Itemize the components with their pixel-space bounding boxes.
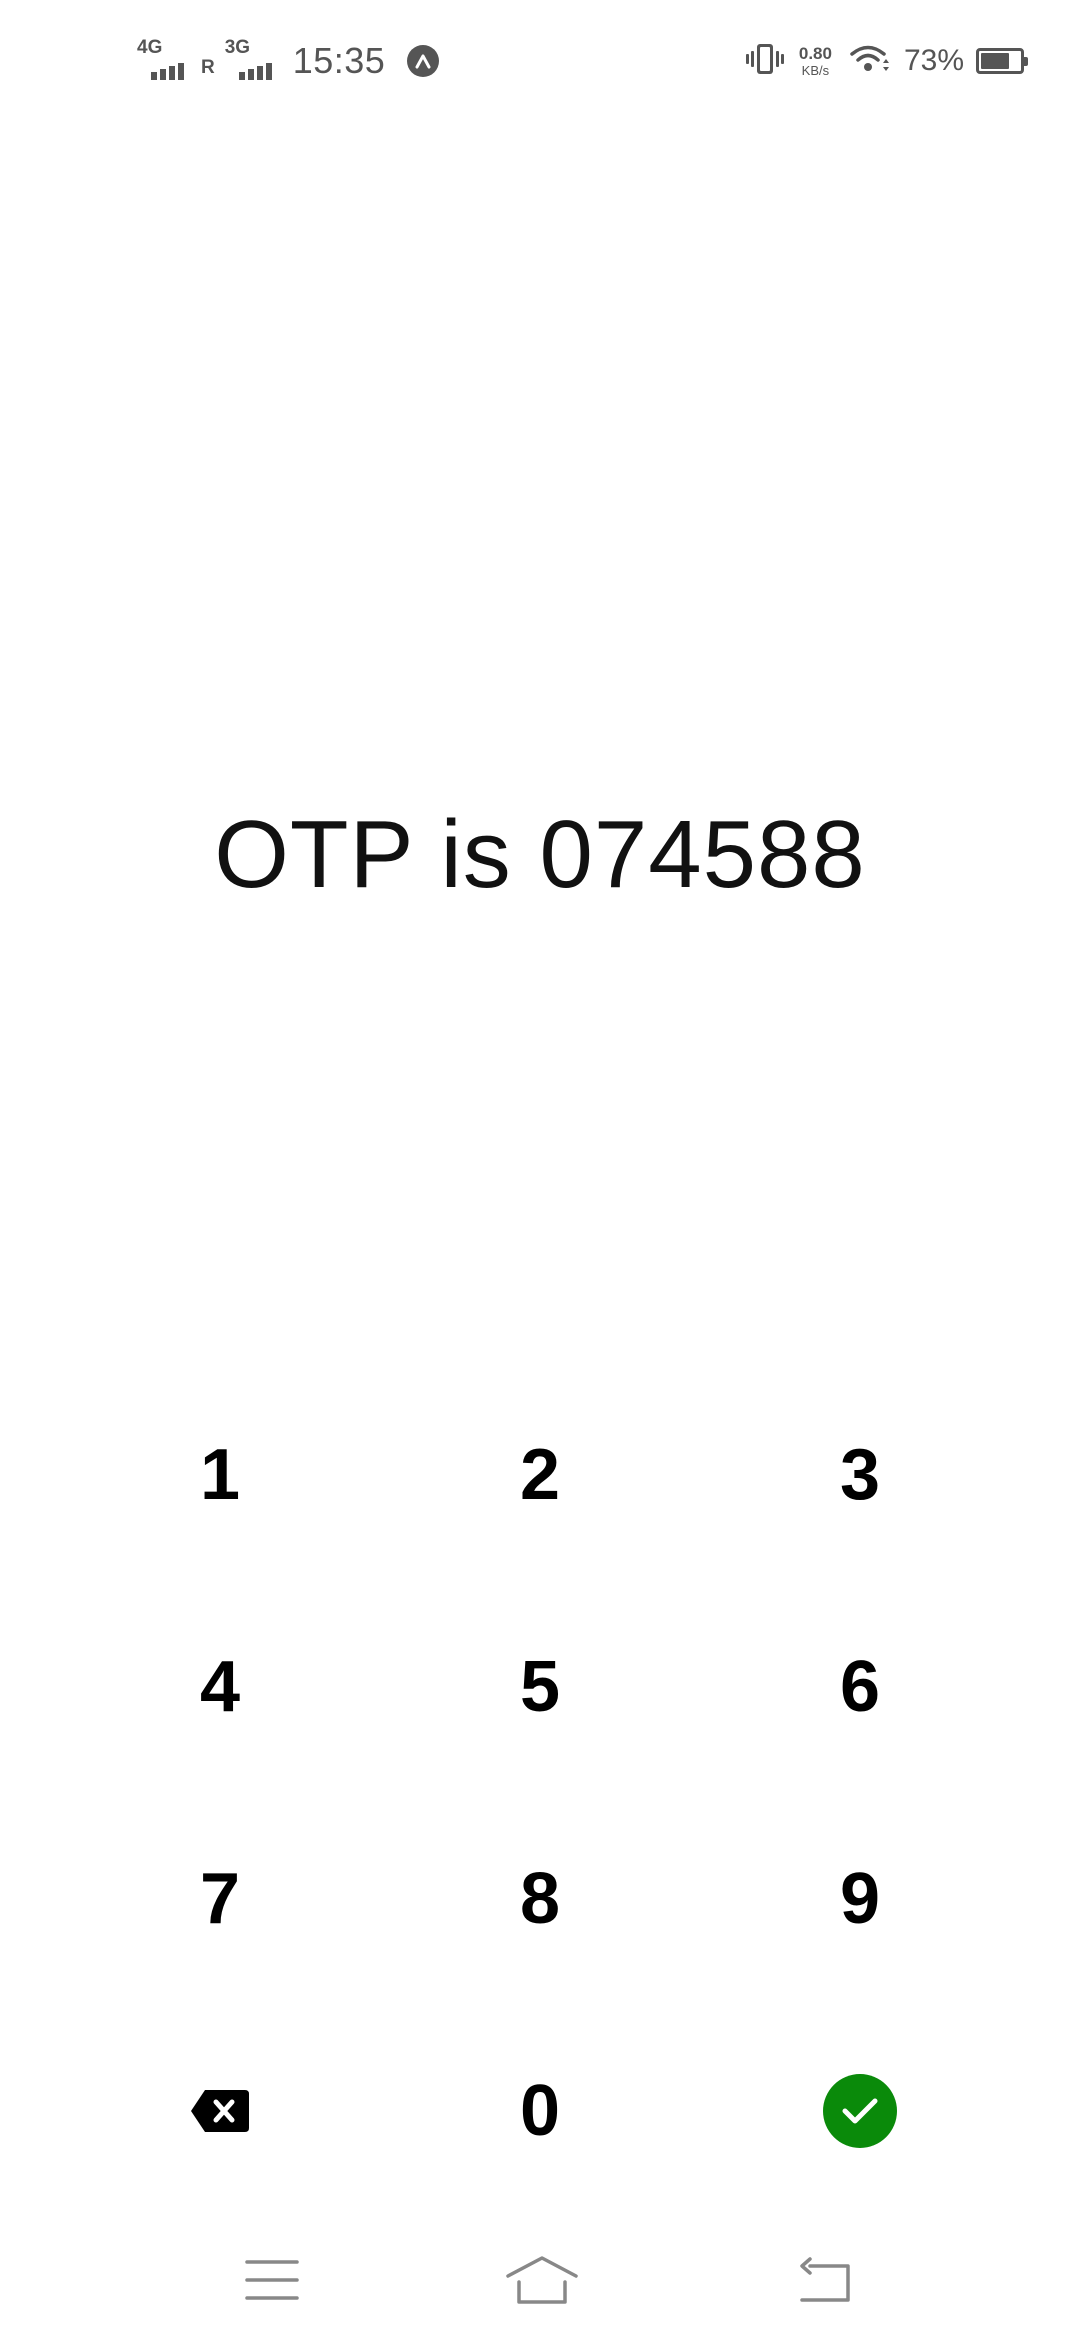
status-bar-right: 0.80 KB/s 73% — [745, 36, 1028, 86]
back-button[interactable] — [764, 2245, 884, 2315]
status-time: 15:35 — [292, 40, 386, 81]
checkmark-icon — [823, 2074, 897, 2148]
back-icon — [800, 2257, 850, 2302]
status-bar-left: 4G R 3G 15:35 — [135, 36, 440, 86]
delete-key[interactable] — [60, 2011, 380, 2211]
confirm-key[interactable] — [700, 2011, 1020, 2211]
signal-icon — [151, 63, 184, 80]
battery-percent: 73% — [903, 44, 964, 77]
roaming-indicator: R — [201, 57, 215, 78]
battery-icon — [976, 48, 1028, 74]
key-9[interactable]: 9 — [700, 1799, 1020, 1999]
key-3[interactable]: 3 — [700, 1375, 1020, 1575]
key-5[interactable]: 5 — [380, 1587, 700, 1787]
sim2-network-type: 3G — [224, 37, 251, 58]
network-speed: 0.80 KB/s — [799, 45, 832, 77]
battery-tip — [1024, 57, 1028, 66]
sim1-signal: 4G — [135, 38, 193, 84]
network-speed-unit: KB/s — [801, 63, 830, 78]
menu-button[interactable] — [212, 2245, 332, 2315]
sim1-network-type: 4G — [137, 37, 163, 58]
sim2-signal: 3G — [223, 38, 281, 84]
key-7[interactable]: 7 — [60, 1799, 380, 1999]
otp-screen: 4G R 3G 15:35 0.80 KB/s 73% OTP is 07458… — [0, 0, 1080, 2340]
key-2[interactable]: 2 — [380, 1375, 700, 1575]
numeric-keypad: 1 2 3 4 5 6 7 8 9 0 — [0, 1375, 1080, 2225]
key-4[interactable]: 4 — [60, 1587, 380, 1787]
menu-icon — [245, 2260, 299, 2300]
signal-icon — [238, 63, 272, 80]
home-icon — [506, 2256, 578, 2304]
network-speed-value: 0.80 — [798, 44, 832, 63]
key-6[interactable]: 6 — [700, 1587, 1020, 1787]
backspace-icon — [191, 2090, 249, 2132]
navigation-bar — [0, 2215, 1080, 2340]
app-notification-icon — [407, 45, 440, 77]
status-bar: 4G R 3G 15:35 0.80 KB/s 73% — [0, 0, 1080, 120]
otp-message: OTP is 074588 — [214, 801, 866, 908]
key-8[interactable]: 8 — [380, 1799, 700, 1999]
home-button[interactable] — [482, 2245, 602, 2315]
battery-fill — [981, 53, 1009, 69]
key-0[interactable]: 0 — [380, 2011, 700, 2211]
vibrate-icon — [745, 42, 785, 81]
wifi-icon — [850, 44, 890, 79]
key-1[interactable]: 1 — [60, 1375, 380, 1575]
